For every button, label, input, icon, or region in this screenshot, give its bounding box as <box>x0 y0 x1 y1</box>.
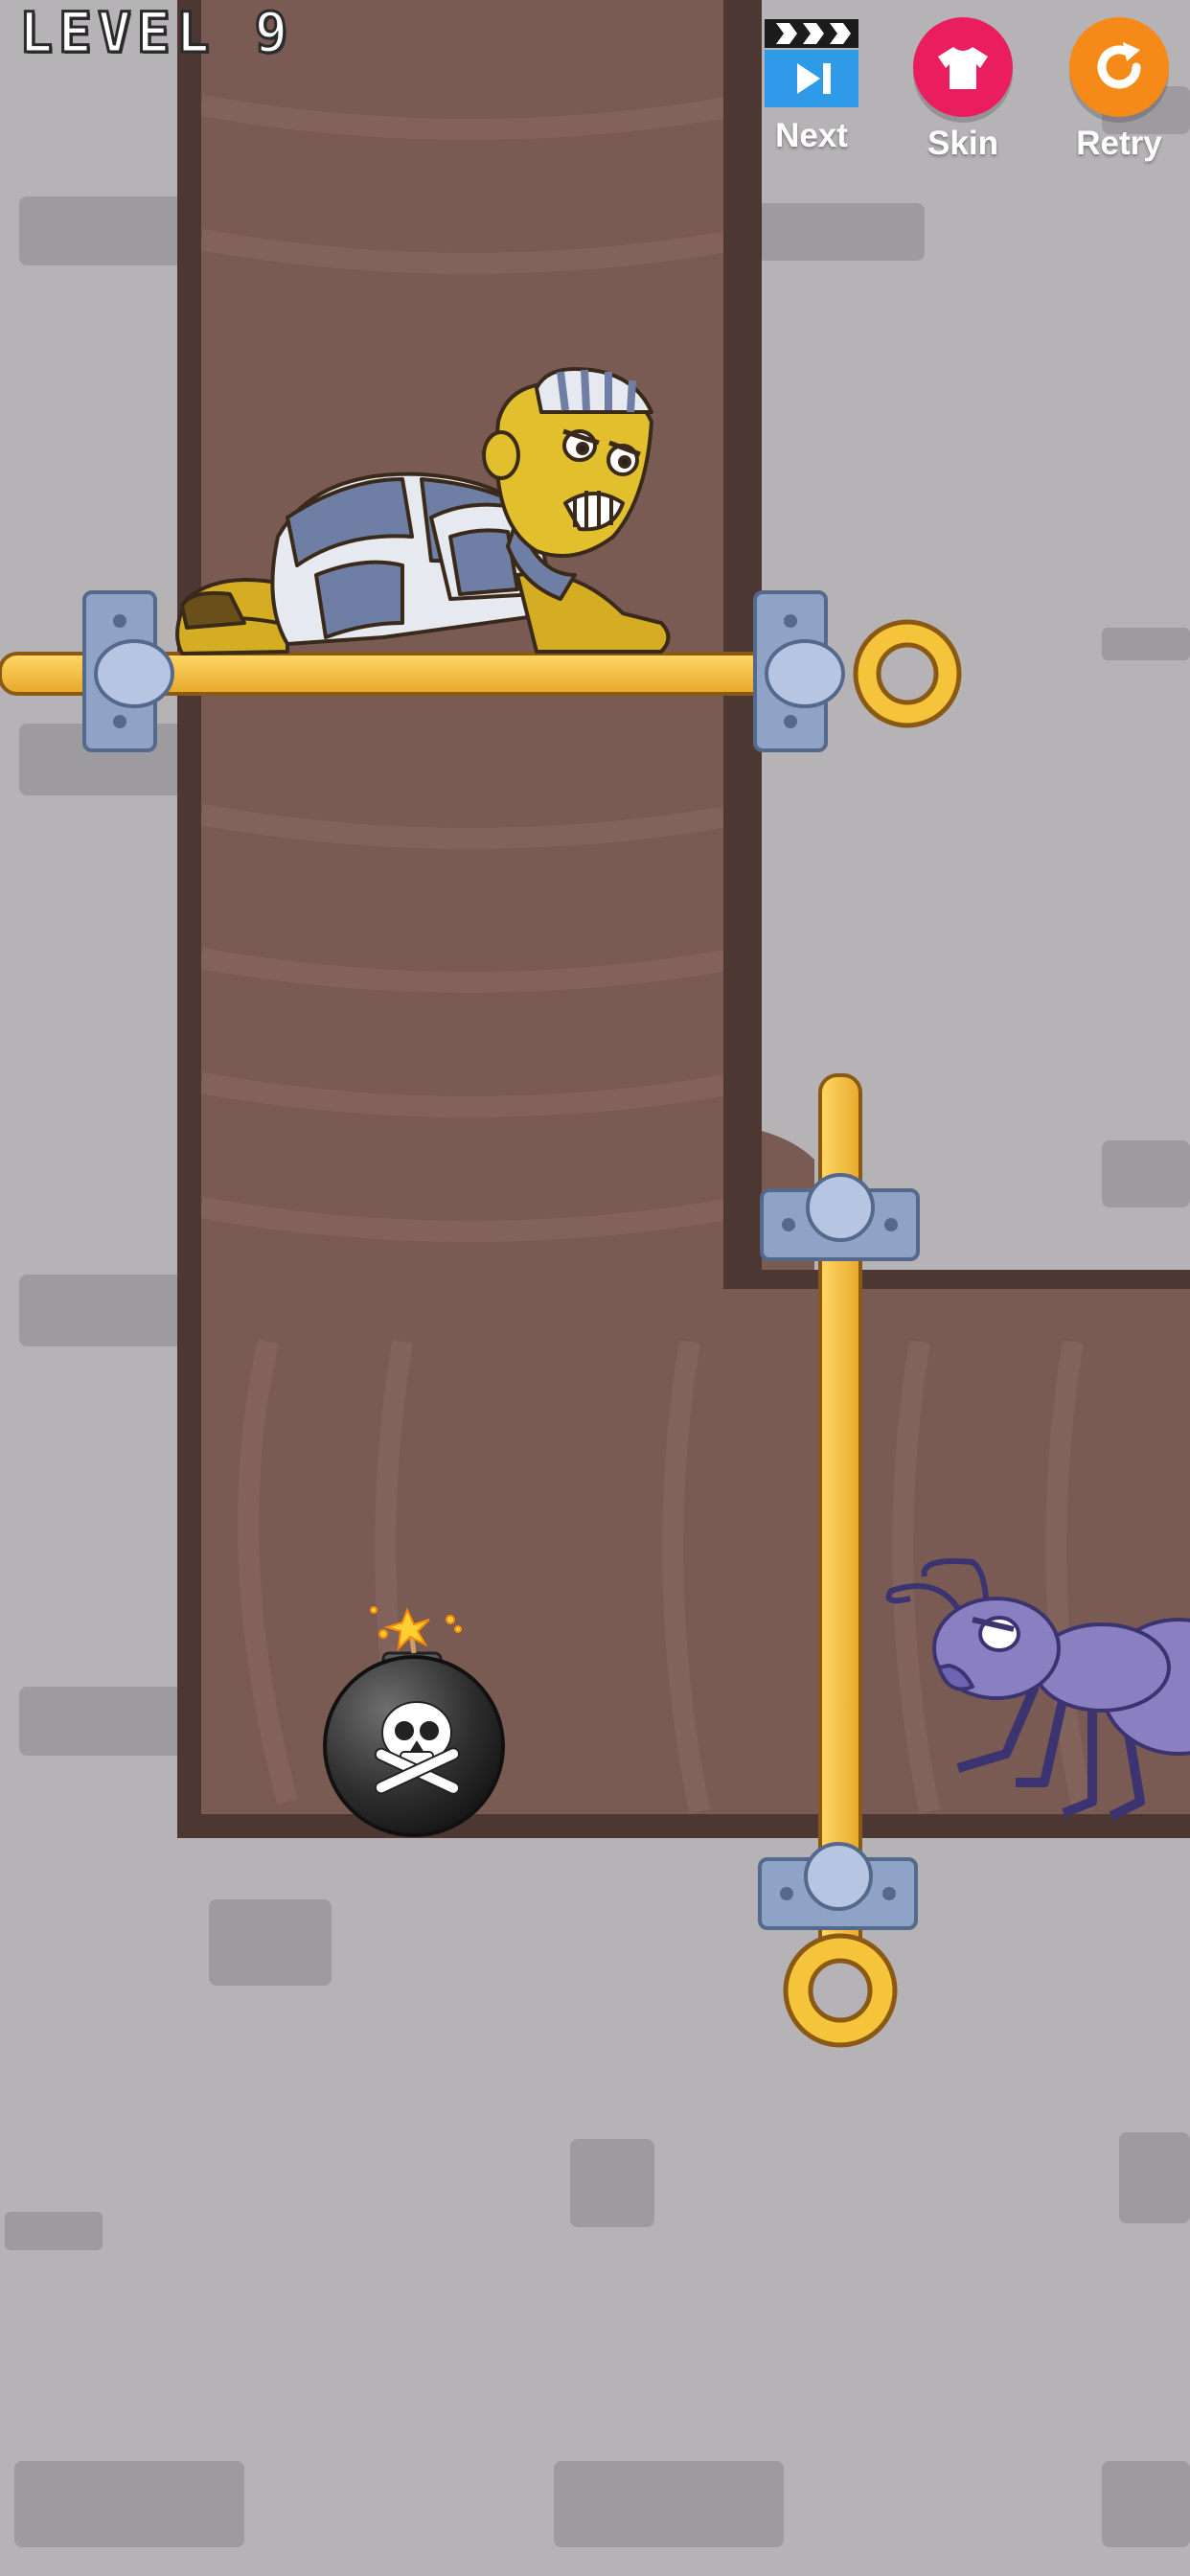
next-label: Next <box>775 117 848 154</box>
level-label: LEVEL 9 <box>17 0 294 67</box>
skip-forward-clapperboard-icon <box>763 17 860 109</box>
tshirt-icon <box>938 47 988 89</box>
next-button[interactable]: Next <box>749 17 874 180</box>
skin-label: Skin <box>927 125 998 162</box>
skin-button[interactable]: Skin <box>901 17 1025 180</box>
retry-label: Retry <box>1076 125 1162 162</box>
game-scene <box>0 0 1190 2547</box>
pin-clamp-bottom <box>758 1842 918 1930</box>
retry-arrow-icon <box>1097 42 1141 89</box>
retry-button[interactable]: Retry <box>1057 17 1181 180</box>
pin-clamp-right <box>753 590 845 752</box>
tunnel <box>177 0 1190 1838</box>
